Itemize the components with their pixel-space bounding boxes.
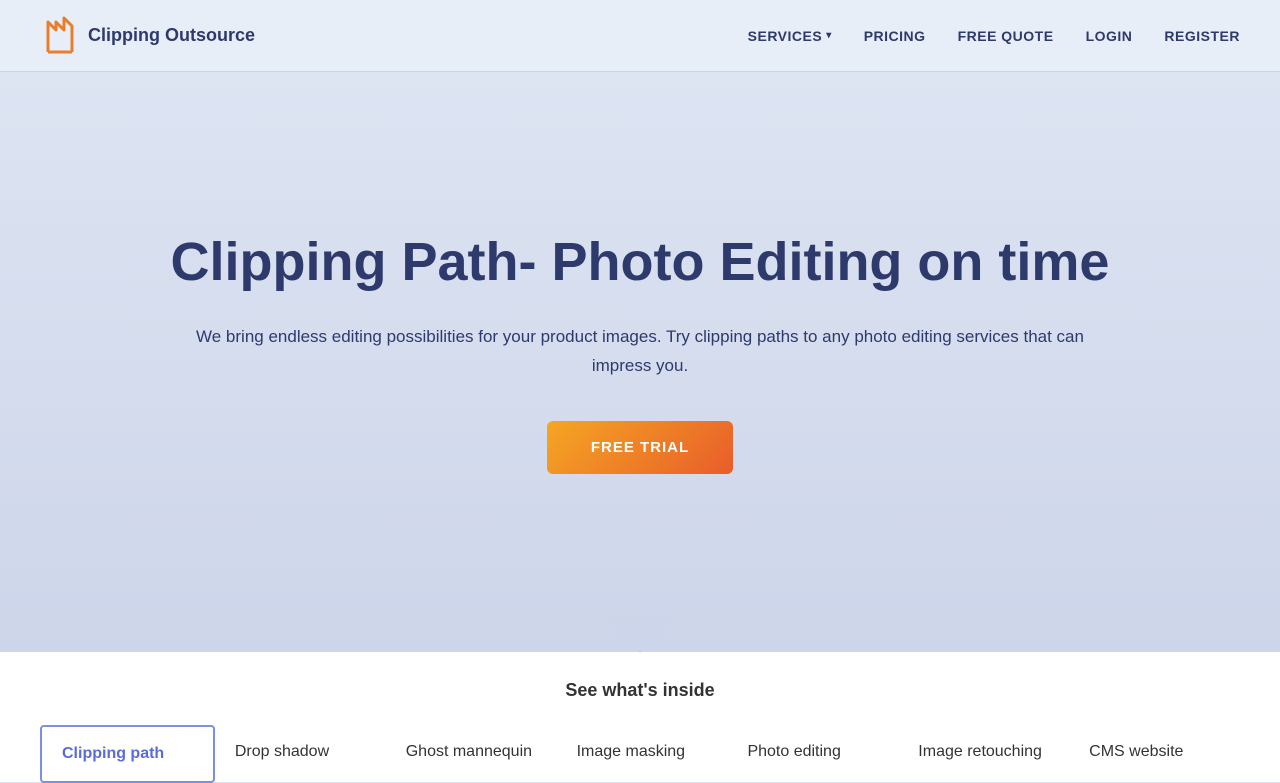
header: Clipping Outsource SERVICES ▾ PRICING FR… xyxy=(0,0,1280,72)
service-item-drop-shadow[interactable]: Drop shadow xyxy=(215,725,386,779)
service-item-image-retouching[interactable]: Image retouching xyxy=(898,725,1069,779)
services-grid: Clipping path Drop shadow Ghost mannequin I… xyxy=(40,725,1240,783)
logo-area[interactable]: Clipping Outsource xyxy=(40,12,255,60)
main-nav: SERVICES ▾ PRICING FREE QUOTE LOGIN REGI… xyxy=(748,28,1240,44)
logo-text: Clipping Outsource xyxy=(88,25,255,46)
service-name: Photo editing xyxy=(747,743,840,760)
nav-services[interactable]: SERVICES ▾ xyxy=(748,28,832,44)
service-name: Clipping path xyxy=(62,745,164,762)
logo-icon xyxy=(40,12,80,60)
hero-title: Clipping Path- Photo Editing on time xyxy=(171,230,1110,295)
service-name: Image masking xyxy=(577,743,686,760)
service-item-cms-website[interactable]: CMS website xyxy=(1069,725,1240,779)
nav-register[interactable]: REGISTER xyxy=(1164,28,1240,44)
nav-login[interactable]: LOGIN xyxy=(1086,28,1133,44)
nav-pricing[interactable]: PRICING xyxy=(864,28,926,44)
hero-section: Clipping Path- Photo Editing on time We … xyxy=(0,72,1280,652)
bottom-section: See what's inside Clipping path Drop shad… xyxy=(0,652,1280,782)
chevron-down-icon: ▾ xyxy=(826,30,832,41)
service-item-clipping-path[interactable]: Clipping path xyxy=(40,725,215,783)
hero-arrow-decoration xyxy=(600,617,680,653)
hero-subtitle: We bring endless editing possibilities f… xyxy=(190,323,1090,381)
service-name: Drop shadow xyxy=(235,743,329,760)
free-trial-button[interactable]: FREE TRIAL xyxy=(547,421,733,474)
service-item-ghost-mannequin[interactable]: Ghost mannequin xyxy=(386,725,557,779)
service-name: Ghost mannequin xyxy=(406,743,532,760)
nav-free-quote[interactable]: FREE QUOTE xyxy=(958,28,1054,44)
see-inside-label: See what's inside xyxy=(40,680,1240,701)
service-name: CMS website xyxy=(1089,743,1183,760)
service-item-photo-editing[interactable]: Photo editing xyxy=(727,725,898,779)
service-item-image-masking[interactable]: Image masking xyxy=(557,725,728,779)
service-name: Image retouching xyxy=(918,743,1042,760)
